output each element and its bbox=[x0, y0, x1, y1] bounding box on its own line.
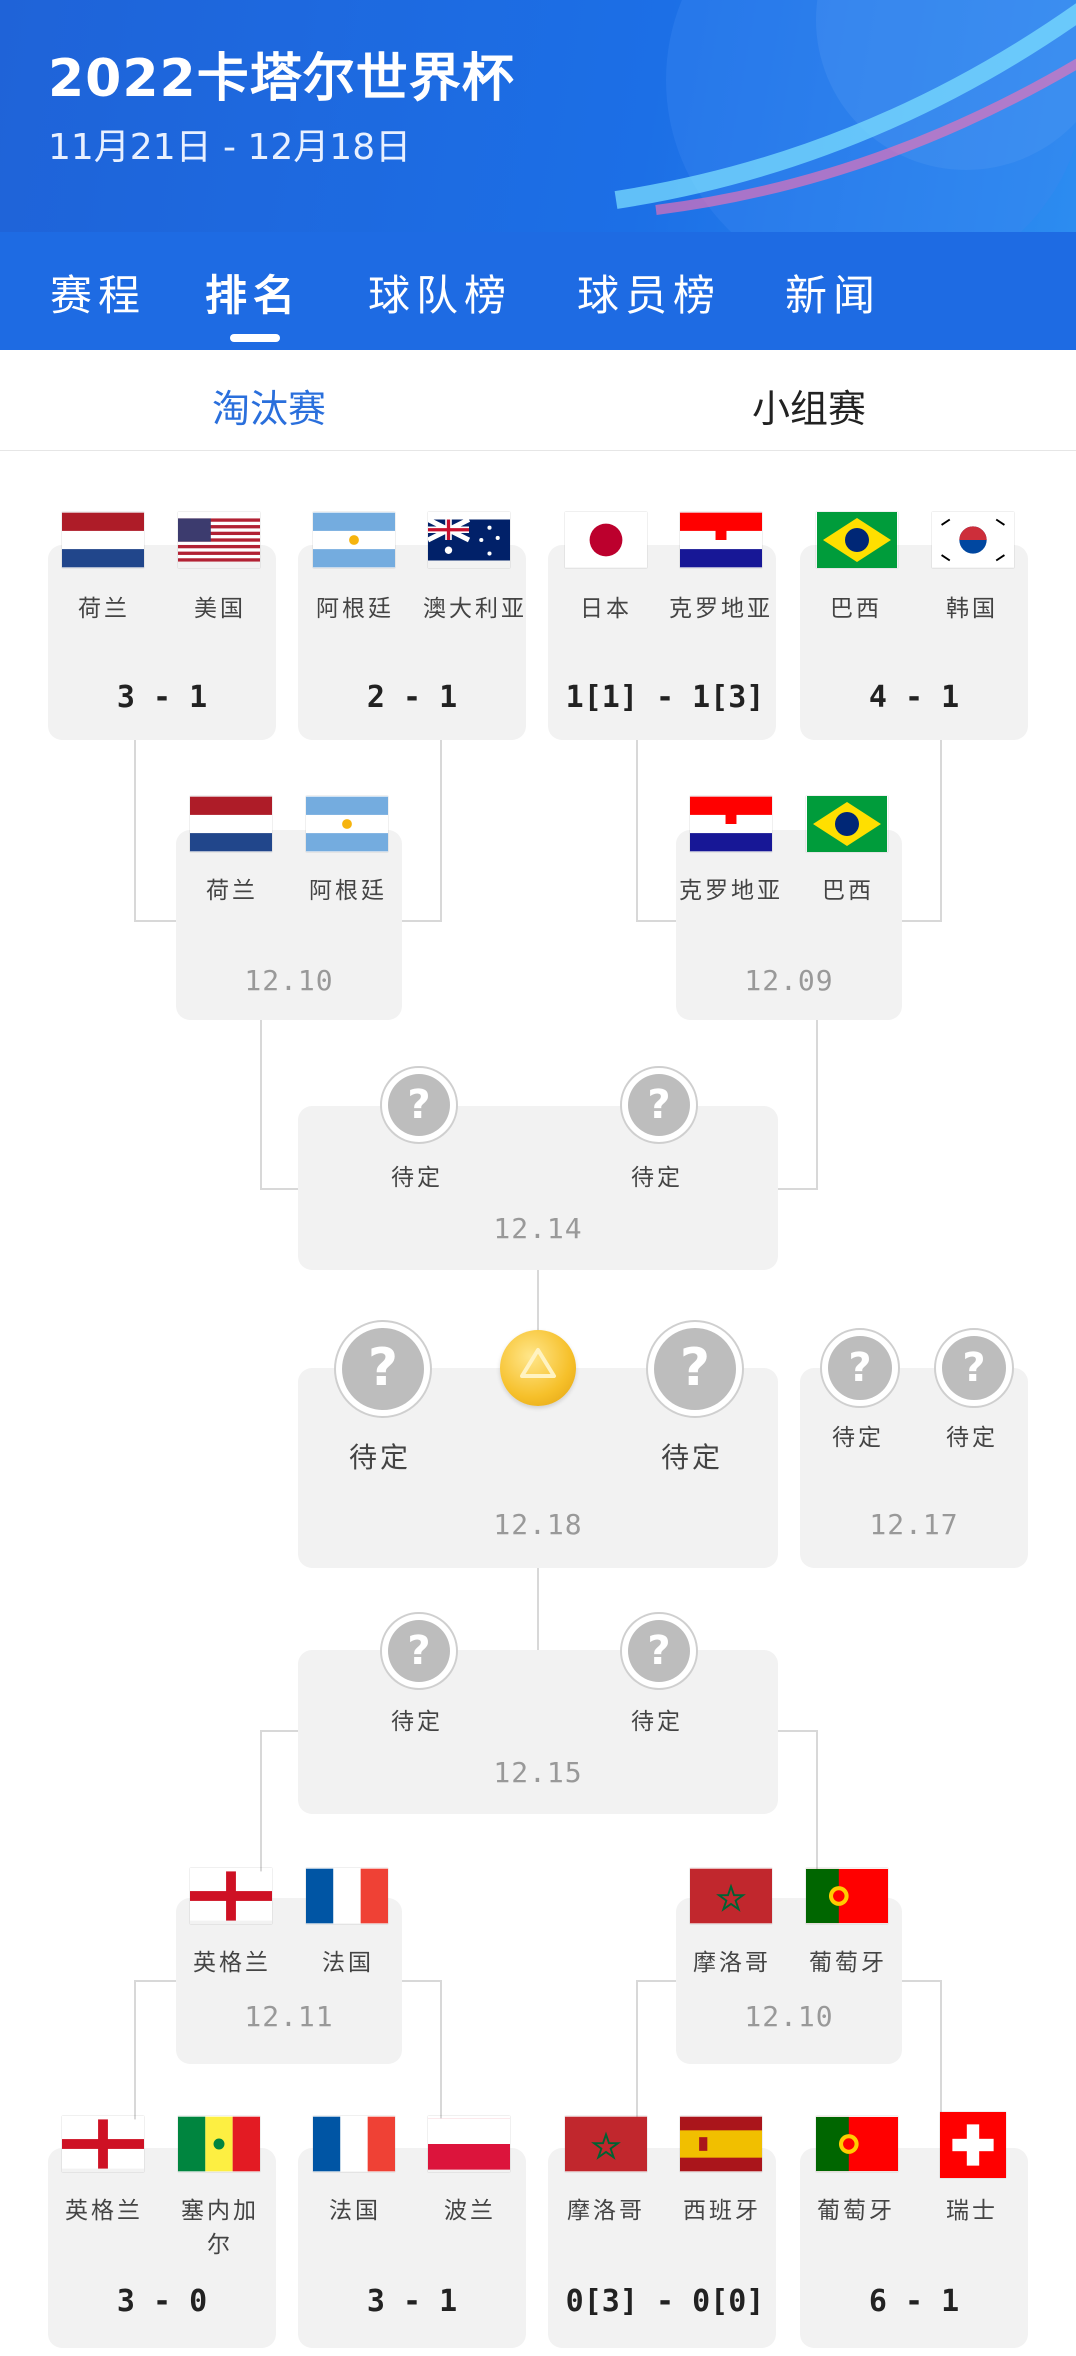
question-mark-icon: ? bbox=[380, 1612, 458, 1690]
portugal-flag-icon bbox=[806, 1868, 888, 1924]
match-score: 3 - 0 bbox=[116, 2284, 208, 2319]
team-name: 阿根廷 bbox=[316, 596, 394, 622]
japan-flag-icon bbox=[565, 512, 647, 568]
argentina-flag-icon bbox=[313, 512, 395, 568]
team-name-tbd: 待定 bbox=[832, 1425, 884, 1451]
match-score: 6 - 1 bbox=[868, 2284, 960, 2319]
match-date: 12.10 bbox=[744, 2000, 834, 2033]
morocco-flag-icon bbox=[690, 1868, 772, 1924]
match-date: 12.10 bbox=[244, 964, 334, 997]
team-name: 摩洛哥 bbox=[567, 2198, 645, 2224]
match-date: 12.17 bbox=[869, 1508, 959, 1541]
team-name-tbd: 待定 bbox=[946, 1425, 998, 1451]
england-flag-icon bbox=[62, 2116, 144, 2172]
portugal-flag-icon bbox=[816, 2116, 898, 2172]
tournament-dates: 11月21日 - 12月18日 bbox=[48, 127, 412, 168]
team-name: 英格兰 bbox=[193, 1950, 271, 1976]
match-date: 12.18 bbox=[493, 1508, 583, 1541]
team-name: 克罗地亚 bbox=[679, 878, 783, 904]
question-mark-icon: ? bbox=[646, 1320, 744, 1418]
match-score: 0[3] - 0[0] bbox=[565, 2284, 765, 2319]
netherlands-flag-icon bbox=[62, 512, 144, 568]
team-name-tbd: 待定 bbox=[631, 1165, 683, 1191]
match-score: 4 - 1 bbox=[868, 680, 960, 715]
team-name: 荷兰 bbox=[78, 596, 130, 622]
page-title: 2022卡塔尔世界杯 bbox=[48, 49, 515, 109]
team-name-tbd: 待定 bbox=[660, 1441, 723, 1474]
france-flag-icon bbox=[306, 1868, 388, 1924]
match-date: 12.14 bbox=[493, 1212, 583, 1245]
england-flag-icon bbox=[190, 1868, 272, 1924]
tab-ranking[interactable]: 排名 bbox=[205, 262, 301, 323]
senegal-flag-icon bbox=[178, 2116, 260, 2172]
team-name: 阿根廷 bbox=[309, 878, 387, 904]
spain-flag-icon bbox=[680, 2116, 762, 2172]
team-name: 葡萄牙 bbox=[809, 1950, 887, 1976]
team-name: 葡萄牙 bbox=[817, 2198, 895, 2224]
team-name: 摩洛哥 bbox=[693, 1950, 771, 1976]
team-name: 澳大利亚 bbox=[423, 596, 527, 622]
team-name: 韩国 bbox=[946, 596, 998, 622]
brazil-flag-icon bbox=[806, 796, 888, 852]
tab-team-ranking[interactable]: 球队榜 bbox=[368, 262, 512, 323]
main-tab-bar bbox=[0, 232, 1076, 350]
team-name: 法国 bbox=[329, 2198, 381, 2224]
team-name: 克罗地亚 bbox=[669, 596, 773, 622]
banner-decoration bbox=[614, 0, 1076, 232]
netherlands-flag-icon bbox=[190, 796, 272, 852]
brazil-flag-icon bbox=[816, 512, 898, 568]
croatia-flag-icon bbox=[680, 512, 762, 568]
active-tab-indicator bbox=[230, 334, 280, 342]
france-flag-icon bbox=[313, 2116, 395, 2172]
team-name-tbd: 待定 bbox=[391, 1165, 443, 1191]
header-banner: 2022卡塔尔世界杯 11月21日 - 12月18日 bbox=[0, 0, 1076, 232]
tab-player-ranking[interactable]: 球员榜 bbox=[577, 262, 721, 323]
match-score: 3 - 1 bbox=[366, 2284, 458, 2319]
team-name: 美国 bbox=[194, 596, 246, 622]
team-name: 法国 bbox=[322, 1950, 374, 1976]
tab-news[interactable]: 新闻 bbox=[785, 262, 881, 323]
match-date: 12.15 bbox=[493, 1756, 583, 1789]
question-mark-icon: ? bbox=[620, 1066, 698, 1144]
subtab-knockout[interactable]: 淘汰赛 bbox=[212, 378, 326, 433]
team-name: 巴西 bbox=[822, 878, 874, 904]
poland-flag-icon bbox=[428, 2116, 510, 2172]
tab-schedule[interactable]: 赛程 bbox=[50, 262, 146, 323]
match-score: 1[1] - 1[3] bbox=[565, 680, 765, 715]
team-name: 英格兰 bbox=[65, 2198, 143, 2224]
question-mark-icon: ? bbox=[820, 1328, 900, 1408]
team-name-tbd: 待定 bbox=[348, 1441, 411, 1474]
team-name-tbd: 待定 bbox=[391, 1709, 443, 1735]
match-date: 12.11 bbox=[244, 2000, 334, 2033]
australia-flag-icon bbox=[428, 512, 510, 568]
subtab-bar bbox=[0, 350, 1076, 451]
team-name: 瑞士 bbox=[946, 2198, 998, 2224]
team-name: 波兰 bbox=[444, 2198, 496, 2224]
team-name: 巴西 bbox=[830, 596, 882, 622]
team-name: 塞内加尔 bbox=[181, 2198, 259, 2258]
usa-flag-icon bbox=[178, 512, 260, 568]
trophy-ball-icon bbox=[500, 1330, 576, 1406]
argentina-flag-icon bbox=[306, 796, 388, 852]
croatia-flag-icon bbox=[690, 796, 772, 852]
match-score: 3 - 1 bbox=[116, 680, 208, 715]
team-name-tbd: 待定 bbox=[631, 1709, 683, 1735]
switzerland-flag-icon bbox=[940, 2112, 1006, 2178]
team-name: 荷兰 bbox=[206, 878, 258, 904]
question-mark-icon: ? bbox=[620, 1612, 698, 1690]
team-name: 西班牙 bbox=[683, 2198, 761, 2224]
match-score: 2 - 1 bbox=[366, 680, 458, 715]
korea-flag-icon bbox=[932, 512, 1014, 568]
morocco-flag-icon bbox=[565, 2116, 647, 2172]
question-mark-icon: ? bbox=[334, 1320, 432, 1418]
subtab-group-stage[interactable]: 小组赛 bbox=[752, 378, 866, 433]
team-name: 日本 bbox=[580, 596, 632, 622]
match-date: 12.09 bbox=[744, 964, 834, 997]
question-mark-icon: ? bbox=[380, 1066, 458, 1144]
question-mark-icon: ? bbox=[934, 1328, 1014, 1408]
